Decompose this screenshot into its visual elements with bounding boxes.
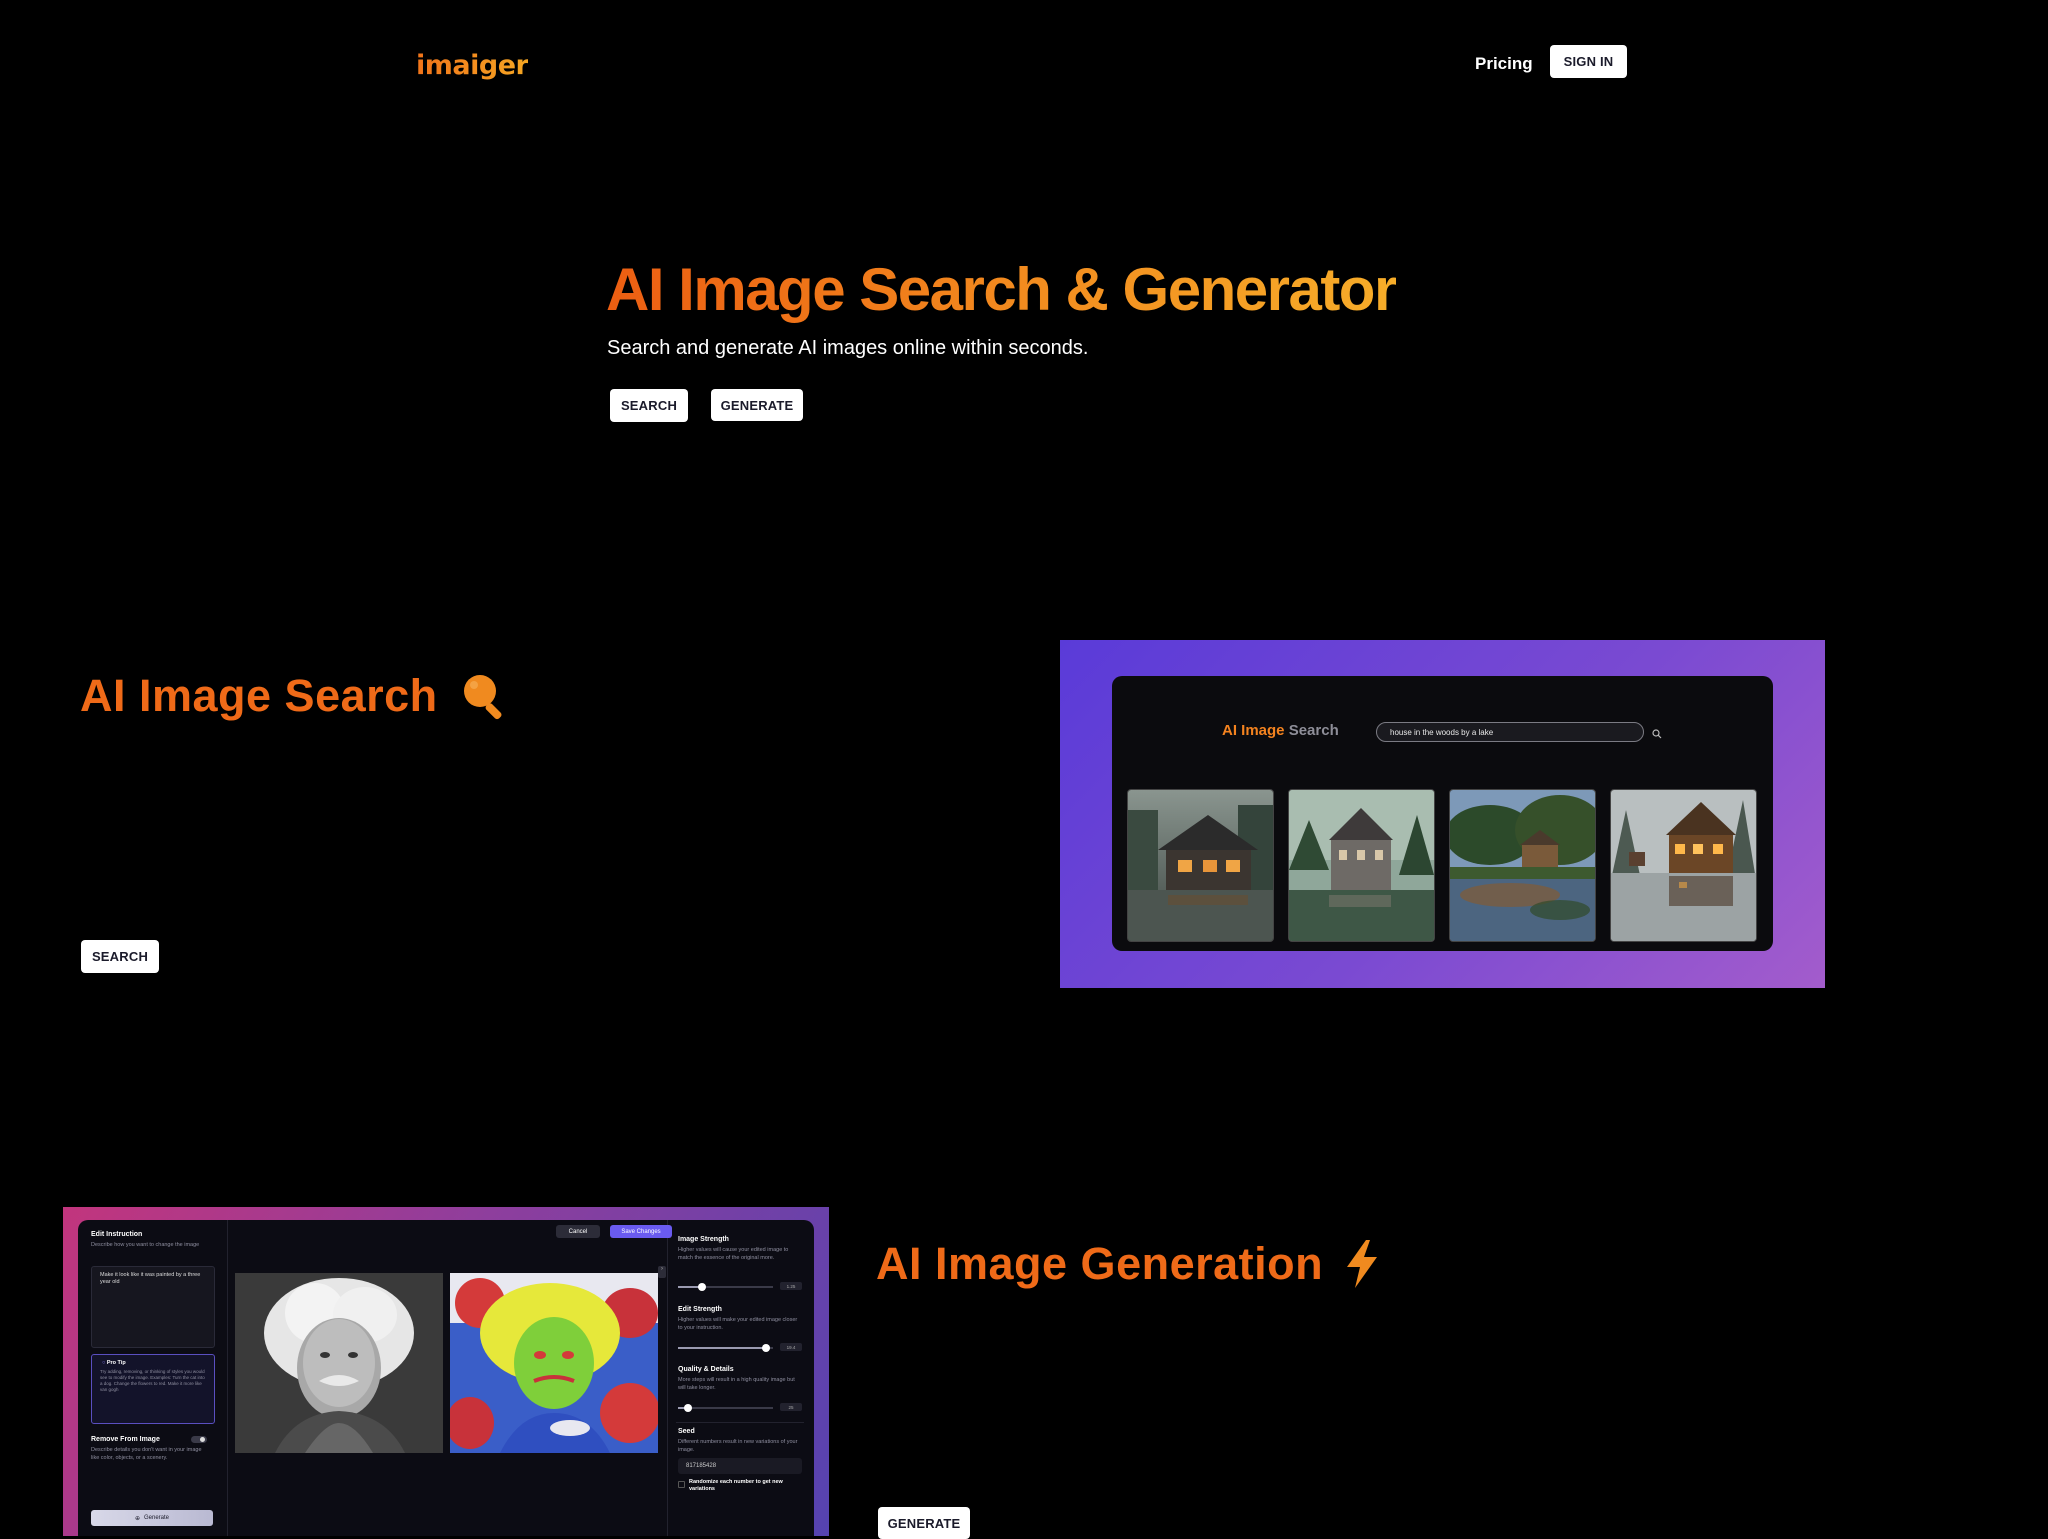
remove-from-image-desc: Describe details you don't want in your …	[91, 1447, 202, 1461]
edit-instruction-label: Edit Instruction	[91, 1231, 143, 1238]
search-preview-title-b: Search	[1288, 722, 1339, 739]
seed-desc: Different numbers result in new variatio…	[678, 1439, 798, 1453]
quality-desc: More steps will result in a high quality…	[678, 1377, 795, 1391]
seed-input[interactable]: 817185428	[678, 1458, 802, 1474]
generation-preview-window: Edit Instruction Describe how you want t…	[78, 1220, 814, 1536]
randomize-label: Randomize each number to get new variati…	[689, 1479, 783, 1492]
hero-subtitle: Search and generate AI images online wit…	[607, 337, 1089, 359]
quality-value[interactable]: 25	[780, 1403, 802, 1411]
generation-section-button[interactable]: GENERATE	[878, 1507, 970, 1539]
search-preview-card: AI Image Search	[1060, 640, 1825, 988]
lightbulb-icon: ○	[102, 1360, 106, 1366]
randomize-checkbox[interactable]	[678, 1481, 685, 1488]
seed-label: Seed	[678, 1428, 695, 1435]
remove-from-image-toggle[interactable]	[191, 1436, 207, 1443]
left-divider	[227, 1220, 228, 1536]
result-image-4[interactable]	[1610, 789, 1757, 942]
search-preview-window: AI Image Search	[1112, 676, 1773, 951]
magnifier-icon	[460, 671, 510, 721]
search-section-button[interactable]: SEARCH	[81, 940, 159, 973]
search-icon[interactable]	[1652, 726, 1662, 744]
generation-section-title: AI Image Generation	[876, 1238, 1379, 1290]
search-preview-title: AI Image Search	[1222, 722, 1339, 739]
cancel-button[interactable]: Cancel	[556, 1225, 600, 1238]
result-image-2[interactable]	[1288, 789, 1435, 942]
pro-tip-label: ○ Pro Tip	[102, 1360, 126, 1366]
edit-strength-slider[interactable]	[678, 1344, 773, 1352]
generation-preview-card: Edit Instruction Describe how you want t…	[63, 1207, 829, 1536]
search-section-title: AI Image Search	[80, 670, 510, 722]
seed-divider	[676, 1422, 804, 1423]
logo[interactable]: imaiger	[416, 50, 529, 81]
edited-image	[450, 1273, 658, 1453]
quality-slider[interactable]	[678, 1404, 773, 1412]
hero-search-button[interactable]: SEARCH	[610, 389, 688, 422]
edit-instruction-desc: Describe how you want to change the imag…	[91, 1242, 200, 1248]
edit-instruction-textarea[interactable]: Make it look like it was painted by a th…	[91, 1266, 215, 1348]
result-image-3[interactable]	[1449, 789, 1596, 942]
search-preview-input[interactable]	[1376, 722, 1644, 742]
generation-section-title-text: AI Image Generation	[876, 1238, 1324, 1289]
result-image-1[interactable]	[1127, 789, 1274, 942]
save-changes-button[interactable]: Save Changes	[610, 1225, 672, 1238]
image-strength-value[interactable]: 1.25	[780, 1282, 802, 1290]
plus-circle-icon: ⊕	[134, 1515, 140, 1522]
remove-from-image-label: Remove From Image	[91, 1436, 160, 1443]
quality-label: Quality & Details	[678, 1366, 734, 1373]
pro-tip-text: Try adding, removing, or thinking of sty…	[100, 1369, 205, 1392]
edit-instruction-text: Make it look like it was painted by a th…	[100, 1272, 201, 1285]
image-strength-label: Image Strength	[678, 1236, 729, 1243]
generate-preview-button[interactable]: ⊕ Generate	[91, 1510, 213, 1526]
lightning-icon	[1345, 1240, 1379, 1288]
edit-strength-value[interactable]: 19.4	[780, 1343, 802, 1351]
original-image	[235, 1273, 443, 1453]
collapse-panel-icon[interactable]: ›	[658, 1266, 666, 1278]
image-strength-slider[interactable]	[678, 1283, 773, 1291]
image-strength-desc: Higher values will cause your edited ima…	[678, 1247, 789, 1261]
edit-strength-label: Edit Strength	[678, 1306, 722, 1313]
hero-title: AI Image Search & Generator	[606, 256, 1397, 323]
right-divider	[667, 1220, 668, 1536]
nav-pricing-link[interactable]: Pricing	[1475, 54, 1533, 74]
hero-generate-button[interactable]: GENERATE	[711, 389, 803, 421]
search-preview-title-a: AI Image	[1222, 722, 1285, 739]
pro-tip-box: ○ Pro Tip Try adding, removing, or think…	[91, 1354, 215, 1424]
sign-in-button[interactable]: SIGN IN	[1550, 45, 1627, 78]
search-section-title-text: AI Image Search	[80, 670, 438, 721]
edit-strength-desc: Higher values will make your edited imag…	[678, 1317, 798, 1331]
